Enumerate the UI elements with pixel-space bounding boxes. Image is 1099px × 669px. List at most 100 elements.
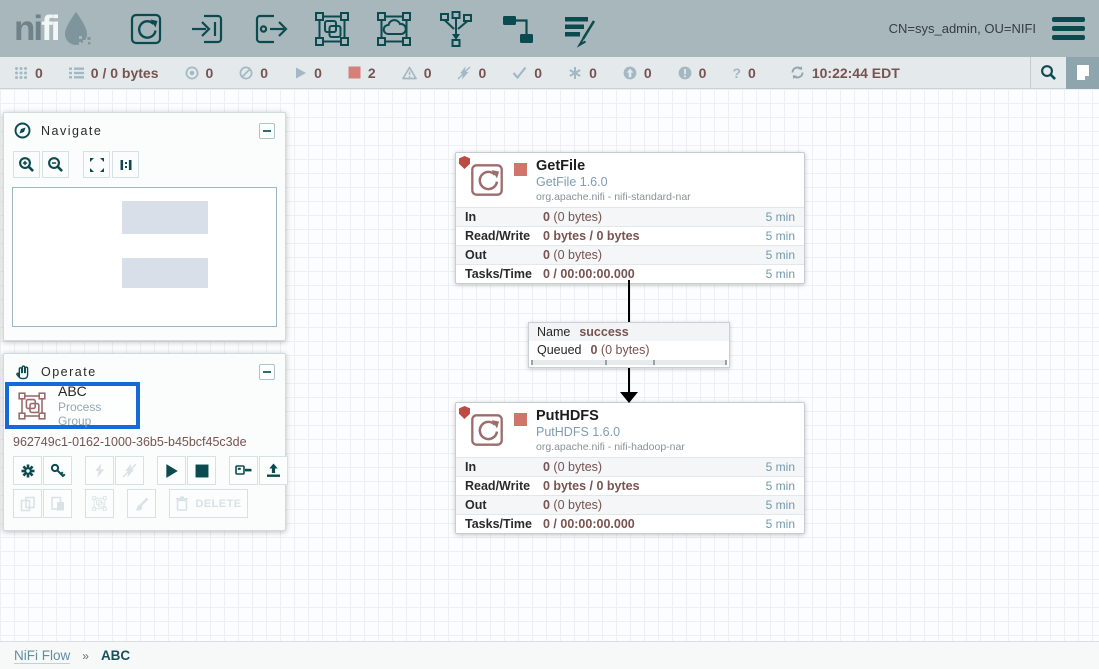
invalid-count: 0	[424, 65, 432, 81]
output-port-tool-icon[interactable]	[250, 9, 290, 49]
processor-icon	[466, 159, 508, 203]
stat-row-taskstime: Tasks/Time 0 / 00:00:00.000 5 min	[456, 264, 804, 283]
disable-bolt-slash-icon[interactable]	[115, 456, 144, 485]
access-policies-key-icon[interactable]	[43, 456, 72, 485]
configure-gear-icon[interactable]	[13, 456, 42, 485]
birdseye-minimap[interactable]	[12, 187, 277, 327]
connection-name-row: Name success	[529, 323, 729, 341]
minimap-processor-rect	[122, 201, 208, 234]
active-threads-stat: 0	[14, 65, 43, 81]
delete-button[interactable]: DELETE	[169, 489, 248, 518]
selection-titles: ABC Process Group	[58, 383, 136, 428]
minimap-processor-rect	[122, 258, 208, 288]
refresh-icon[interactable]	[790, 65, 805, 80]
not-transmitting-stat: 0	[239, 65, 268, 81]
process-group-icon	[14, 390, 50, 422]
group-icon[interactable]	[85, 489, 114, 518]
locally-modified-and-stale-stat: 0	[678, 65, 707, 81]
remote-process-group-tool-icon[interactable]	[374, 9, 414, 49]
paste-icon[interactable]	[43, 489, 72, 518]
breadcrumb: NiFi Flow » ABC	[0, 641, 1099, 669]
input-port-tool-icon[interactable]	[188, 9, 228, 49]
template-tool-icon[interactable]	[498, 9, 538, 49]
stopped-status-icon	[514, 413, 527, 426]
label-tool-icon[interactable]	[560, 9, 600, 49]
navigate-tools	[4, 145, 285, 180]
nifi-app: nifi CN=sys_admin, OU=NIFI	[0, 0, 1099, 669]
search-button[interactable]	[1030, 57, 1066, 89]
stat-row-readwrite: Read/Write 0 bytes / 0 bytes 5 min	[456, 476, 804, 495]
collapse-navigate-icon[interactable]	[259, 123, 275, 139]
processor-icon	[466, 409, 508, 453]
selection-name: ABC	[58, 383, 136, 399]
processor-name: GetFile	[536, 158, 691, 174]
search-icon	[1040, 64, 1057, 81]
stop-square-icon[interactable]	[187, 456, 216, 485]
zoom-in-icon[interactable]	[13, 151, 40, 178]
transmitting-count: 0	[206, 65, 214, 81]
locally-modified-stat: 0	[568, 65, 597, 81]
selection-uuid: 962749c1-0162-1000-36b5-b45bcf45c3de	[13, 435, 247, 449]
processor-titles: PutHDFS PutHDFS 1.6.0 org.apache.nifi - …	[536, 408, 685, 453]
global-menu-icon[interactable]	[1052, 17, 1085, 40]
not-transmitting-count: 0	[260, 65, 268, 81]
enable-bolt-icon[interactable]	[85, 456, 114, 485]
topbar: nifi CN=sys_admin, OU=NIFI	[0, 0, 1099, 57]
up-to-date-stat: 0	[512, 65, 542, 81]
navigate-title: Navigate	[41, 124, 102, 138]
copy-icon[interactable]	[13, 489, 42, 518]
transmitting-stat: 0	[185, 65, 214, 81]
start-play-icon[interactable]	[157, 456, 186, 485]
breadcrumb-root-link[interactable]: NiFi Flow	[14, 648, 70, 664]
connection-arrowhead-icon	[620, 392, 638, 403]
processor-type: PutHDFS 1.6.0	[536, 425, 685, 439]
connection-queued-value: 0 (0 bytes)	[590, 343, 649, 357]
logo-text-ni: ni	[14, 9, 41, 49]
logo-text-fi: fi	[41, 9, 58, 49]
stale-count: 0	[644, 65, 652, 81]
hand-icon	[14, 363, 31, 380]
queued-count: 0 / 0 bytes	[91, 65, 159, 81]
sync-failure-stat: ? 0	[732, 65, 755, 81]
locally-modified-icon	[568, 66, 582, 80]
color-brush-icon[interactable]	[127, 489, 156, 518]
funnel-tool-icon[interactable]	[436, 9, 476, 49]
zoom-fit-icon[interactable]	[83, 151, 110, 178]
disabled-count: 0	[478, 65, 486, 81]
connection-label[interactable]: Name success Queued 0 (0 bytes)	[528, 322, 730, 368]
breadcrumb-current: ABC	[101, 648, 130, 663]
stat-row-in: In 0 (0 bytes) 5 min	[456, 457, 804, 476]
active-threads-count: 0	[35, 65, 43, 81]
processor-puthdfs[interactable]: PutHDFS PutHDFS 1.6.0 org.apache.nifi - …	[455, 402, 805, 534]
processor-tool-icon[interactable]	[126, 9, 166, 49]
selected-process-group[interactable]: ABC Process Group	[5, 382, 140, 429]
connection-name-value: success	[579, 325, 628, 339]
running-stat: 0	[294, 65, 322, 81]
bulletin-board-button[interactable]	[1066, 57, 1099, 89]
locally-modified-count: 0	[589, 65, 597, 81]
navigate-header: Navigate	[4, 113, 285, 145]
upload-template-icon[interactable]	[259, 456, 288, 485]
selection-type: Process Group	[58, 400, 136, 428]
up-to-date-icon	[512, 66, 527, 79]
flow-canvas[interactable]: Name success Queued 0 (0 bytes) GetFile …	[0, 89, 1099, 641]
not-transmitting-icon	[239, 66, 253, 80]
up-to-date-count: 0	[534, 65, 542, 81]
locally-modified-and-stale-icon	[678, 66, 692, 80]
sync-failure-icon: ?	[732, 65, 741, 81]
last-refreshed: 10:22:44 EDT	[790, 65, 900, 81]
zoom-out-icon[interactable]	[42, 151, 69, 178]
zoom-actual-size-icon[interactable]	[112, 151, 139, 178]
processor-getfile[interactable]: GetFile GetFile 1.6.0 org.apache.nifi - …	[455, 152, 805, 284]
stale-stat: 0	[623, 65, 652, 81]
locally-modified-and-stale-count: 0	[699, 65, 707, 81]
connection-queued-key: Queued	[537, 343, 581, 357]
collapse-operate-icon[interactable]	[259, 364, 275, 380]
stopped-status-icon	[514, 163, 527, 176]
create-template-icon[interactable]	[229, 456, 258, 485]
topbar-right: CN=sys_admin, OU=NIFI	[889, 17, 1099, 40]
stat-row-in: In 0 (0 bytes) 5 min	[456, 207, 804, 226]
refresh-time: 10:22:44 EDT	[812, 65, 900, 81]
processor-bundle: org.apache.nifi - nifi-hadoop-nar	[536, 441, 685, 453]
process-group-tool-icon[interactable]	[312, 9, 352, 49]
